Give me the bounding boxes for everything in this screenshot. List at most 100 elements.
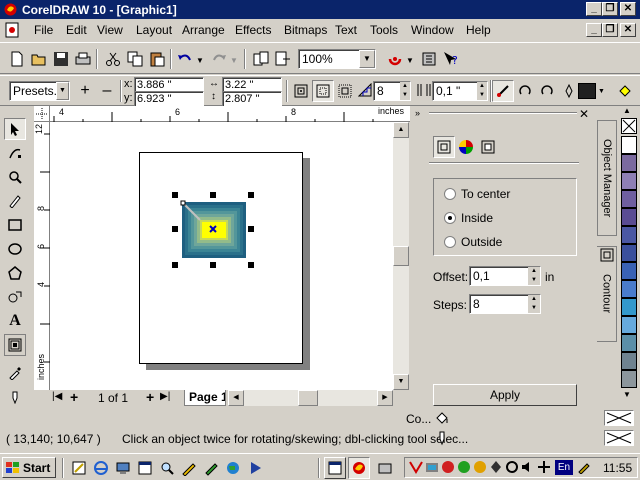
handle-middle-right[interactable]: [248, 226, 254, 232]
task-window-button[interactable]: [324, 457, 346, 479]
first-page-button[interactable]: |◀: [52, 391, 62, 402]
palette-swatch[interactable]: [621, 352, 637, 370]
palette-swatch[interactable]: [621, 172, 637, 190]
contour-acceleration-page-icon[interactable]: [477, 136, 499, 158]
scroll-right-button[interactable]: ▶: [377, 390, 393, 406]
tray-icon-1[interactable]: [409, 460, 423, 474]
palette-swatch[interactable]: [621, 334, 637, 352]
tray-icon-8[interactable]: [537, 460, 551, 474]
remove-preset-icon[interactable]: –: [96, 80, 118, 102]
scroll-left-button[interactable]: ◀: [228, 390, 244, 406]
redo-icon[interactable]: [208, 48, 230, 70]
ruler-origin[interactable]: [34, 106, 50, 122]
outline-color-icon[interactable]: [558, 80, 580, 102]
text-tool-icon[interactable]: A: [4, 310, 26, 332]
horizontal-scroll-thumb[interactable]: [298, 390, 318, 406]
offset-spinner-icon[interactable]: ▲ ▼: [477, 82, 487, 100]
offset-input-spinner-icon[interactable]: ▲ ▼: [528, 267, 540, 285]
quicklaunch-ie-icon[interactable]: [90, 457, 112, 479]
palette-swatch[interactable]: [621, 280, 637, 298]
handle-bottom-right[interactable]: [248, 262, 254, 268]
palette-scroll-down-icon[interactable]: ▼: [623, 390, 631, 399]
contour-steps-page-icon[interactable]: [433, 136, 455, 158]
freehand-tool-icon[interactable]: [4, 190, 26, 212]
new-icon[interactable]: [6, 48, 28, 70]
close-button[interactable]: ✕: [620, 2, 636, 16]
minimize-button[interactable]: _: [586, 2, 602, 16]
contour-outside-icon[interactable]: [334, 80, 356, 102]
options-icon[interactable]: [418, 48, 440, 70]
contour-color-page-icon[interactable]: [455, 136, 477, 158]
zoom-tool-icon[interactable]: [4, 166, 26, 188]
paste-icon[interactable]: [146, 48, 168, 70]
copy-icon[interactable]: [124, 48, 146, 70]
vertical-scroll-thumb[interactable]: [393, 246, 409, 266]
tray-icon-9[interactable]: [577, 460, 591, 475]
contour-offset-field[interactable]: 0,1 " ▲ ▼: [432, 81, 488, 101]
contour-object[interactable]: [180, 200, 250, 260]
volume-icon[interactable]: [521, 460, 535, 474]
presets-select[interactable]: Presets... ▼: [9, 81, 70, 101]
y-position-field[interactable]: 6.923 ": [134, 91, 204, 107]
vertical-ruler[interactable]: 12 8 6 4 inches: [34, 122, 50, 390]
steps-input[interactable]: 8 ▲ ▼: [469, 294, 541, 314]
outline-color-swatch[interactable]: [578, 83, 596, 99]
handle-top-right[interactable]: [248, 192, 254, 198]
presets-dropdown-icon[interactable]: ▼: [56, 82, 69, 100]
clockwise-contour-color-icon[interactable]: [514, 80, 536, 102]
zoom-dropdown-icon[interactable]: ▼: [359, 50, 375, 68]
tray-icon-2[interactable]: [425, 460, 439, 474]
task-coreldraw-button[interactable]: [348, 457, 370, 479]
fill-color-icon[interactable]: [614, 80, 636, 102]
doc-minimize-button[interactable]: _: [586, 23, 602, 37]
tab-object-manager[interactable]: Object Manager: [597, 120, 617, 236]
application-launcher-icon[interactable]: [384, 48, 406, 70]
scroll-down-button[interactable]: ▼: [393, 374, 409, 390]
launcher-dropdown-icon[interactable]: ▼: [406, 56, 414, 65]
menu-edit[interactable]: Edit: [66, 23, 87, 37]
task-other-button[interactable]: [374, 457, 396, 479]
height-field[interactable]: 2.807 ": [222, 91, 282, 107]
handle-top-middle[interactable]: [210, 192, 216, 198]
docker-close-icon[interactable]: ✕: [579, 107, 589, 121]
radio-to-center[interactable]: To center: [444, 187, 510, 201]
page-tab[interactable]: Page 1: [184, 390, 226, 406]
scroll-up-button[interactable]: ▲: [393, 122, 409, 138]
interactive-contour-tool-icon[interactable]: [4, 334, 26, 356]
no-color-swatch[interactable]: [621, 118, 637, 134]
open-icon[interactable]: [28, 48, 50, 70]
tray-icon-3[interactable]: [441, 460, 455, 474]
quicklaunch-window-icon[interactable]: [134, 457, 156, 479]
start-button[interactable]: Start: [2, 457, 56, 478]
menu-bitmaps[interactable]: Bitmaps: [284, 23, 327, 37]
palette-swatch[interactable]: [621, 262, 637, 280]
add-preset-icon[interactable]: +: [74, 80, 96, 102]
rectangle-tool-icon[interactable]: [4, 214, 26, 236]
redo-dropdown-icon[interactable]: ▼: [230, 56, 238, 65]
steps-input-spinner-icon[interactable]: ▲ ▼: [528, 295, 540, 313]
tray-icon-4[interactable]: [457, 460, 471, 474]
handle-top-left[interactable]: [172, 192, 178, 198]
menu-file[interactable]: File: [34, 23, 53, 37]
docker-collapse-icon[interactable]: »: [415, 108, 420, 118]
menu-help[interactable]: Help: [466, 23, 491, 37]
menu-text[interactable]: Text: [335, 23, 357, 37]
palette-swatch[interactable]: [621, 190, 637, 208]
ellipse-tool-icon[interactable]: [4, 238, 26, 260]
menu-window[interactable]: Window: [411, 23, 454, 37]
radio-outside[interactable]: Outside: [444, 235, 502, 249]
offset-input[interactable]: 0,1 ▲ ▼: [469, 266, 541, 286]
linear-contour-color-icon[interactable]: [492, 80, 514, 102]
palette-swatch[interactable]: [621, 298, 637, 316]
tray-icon-5[interactable]: [473, 460, 487, 474]
menu-effects[interactable]: Effects: [235, 23, 271, 37]
handle-bottom-middle[interactable]: [210, 262, 216, 268]
outline-color-dropdown-icon[interactable]: ▼: [598, 88, 605, 95]
undo-icon[interactable]: [174, 48, 196, 70]
quicklaunch-notepad-icon[interactable]: [68, 457, 90, 479]
contour-steps-field[interactable]: 8 ▲ ▼: [373, 81, 411, 101]
shape-tool-icon[interactable]: [4, 142, 26, 164]
handle-bottom-left[interactable]: [172, 262, 178, 268]
quicklaunch-brush-icon[interactable]: [200, 457, 222, 479]
horizontal-scrollbar[interactable]: ◀ ▶: [228, 390, 393, 406]
